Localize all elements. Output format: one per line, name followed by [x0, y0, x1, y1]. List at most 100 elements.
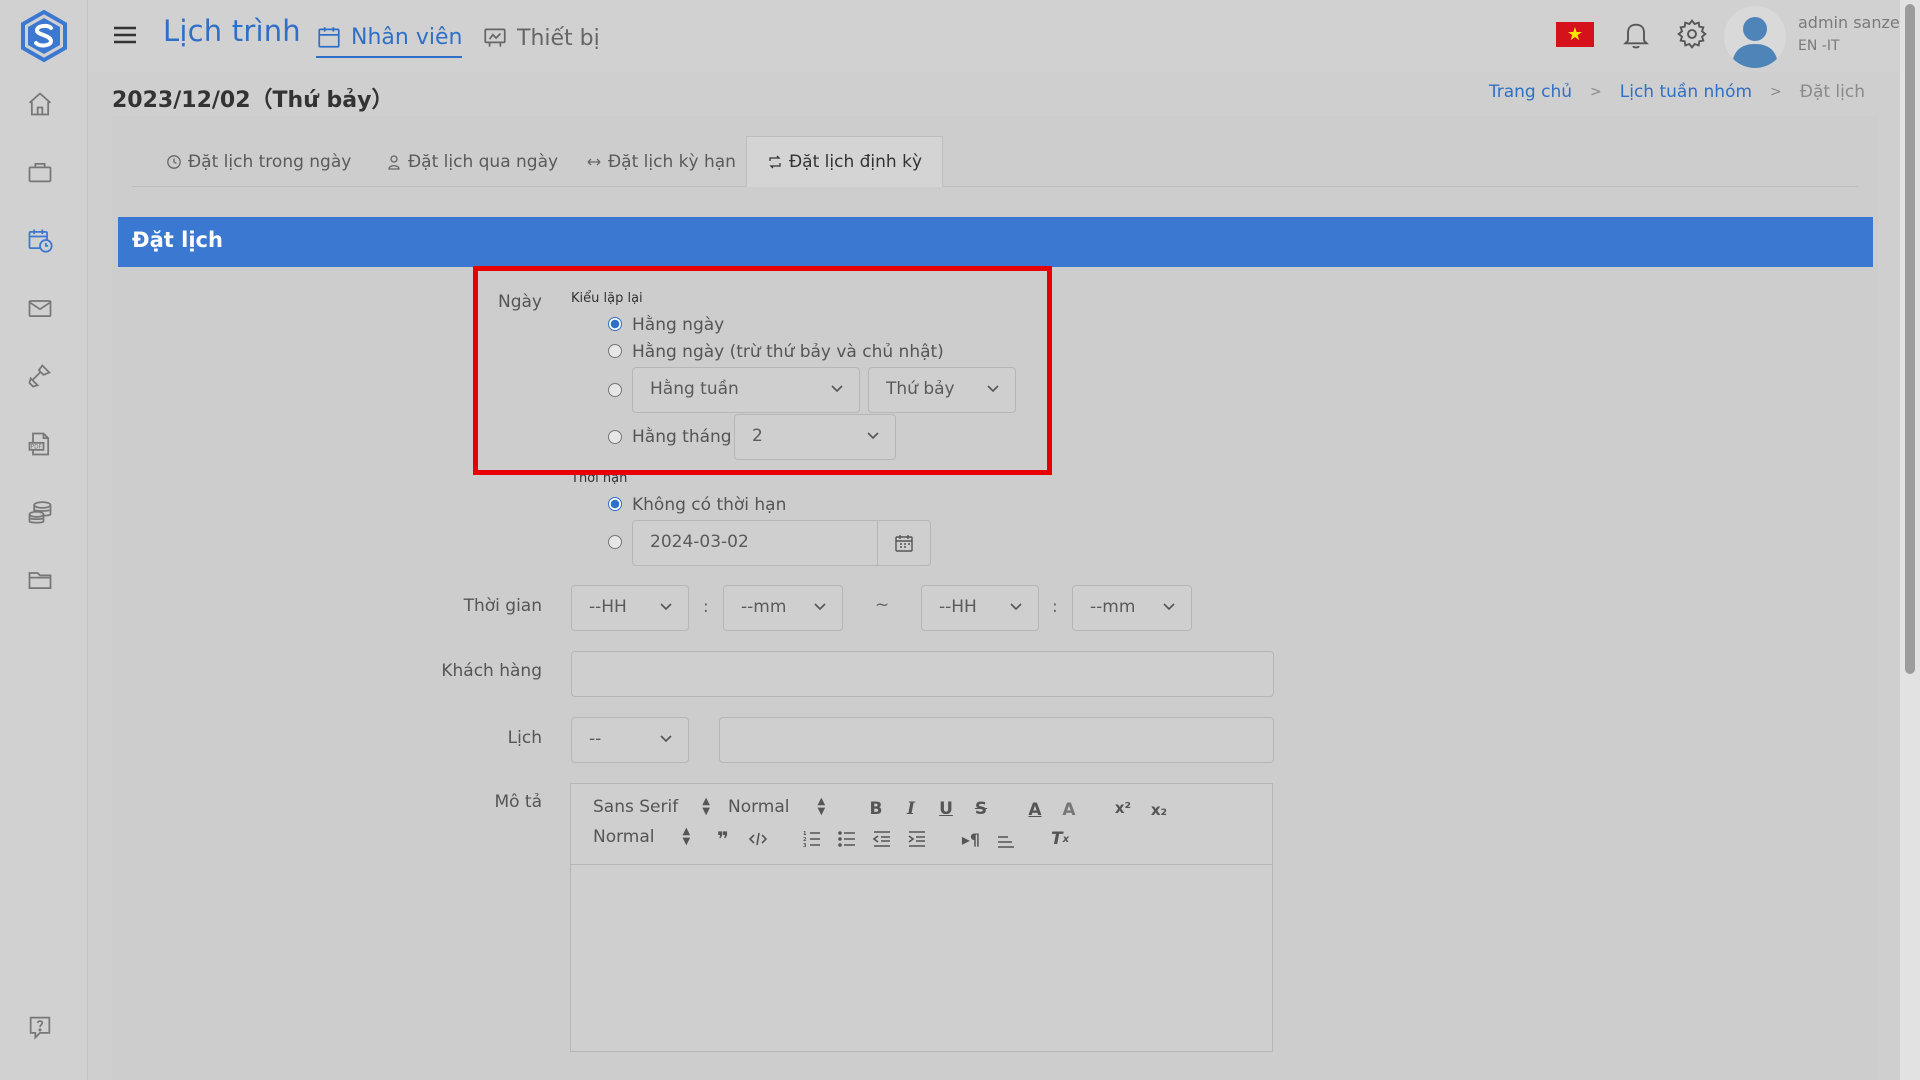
bell-icon[interactable] — [1620, 18, 1652, 50]
font-size-value: Normal — [728, 797, 790, 817]
nav-employees[interactable]: Nhân viên — [316, 18, 463, 58]
font-size-select[interactable]: Normal ▲ ▼ — [728, 796, 826, 818]
deadline-none-radio[interactable] — [608, 497, 622, 511]
tab-term[interactable]: Đặt lịch kỳ hạn — [566, 136, 756, 187]
start-hour-select[interactable]: --HH — [571, 585, 689, 631]
calendar-select[interactable]: -- — [571, 717, 689, 763]
app-title: Lịch trình — [163, 14, 301, 48]
deadline-date-value: 2024-03-02 — [650, 532, 749, 552]
customer-label: Khách hàng — [441, 661, 542, 681]
tab-multi-day[interactable]: Đặt lịch qua ngày — [366, 136, 578, 187]
briefcase-icon[interactable] — [24, 156, 56, 188]
menu-toggle-icon[interactable] — [112, 22, 138, 48]
breadcrumb-group-week[interactable]: Lịch tuần nhóm — [1620, 82, 1752, 102]
svg-text:PDF: PDF — [31, 445, 43, 451]
editor-toolbar: Sans Serif ▲ ▼ Normal ▲ ▼ B I U S A A x² x… — [571, 784, 1272, 865]
scrollbar-thumb[interactable] — [1905, 4, 1915, 674]
end-hour-select[interactable]: --HH — [921, 585, 1039, 631]
blockquote-icon[interactable]: ❞ — [712, 827, 734, 851]
calendar-label: Lịch — [507, 728, 542, 748]
text-color-icon[interactable]: A — [1024, 799, 1046, 821]
tab-in-day-label: Đặt lịch trong ngày — [188, 151, 352, 172]
subscript-icon[interactable]: x₂ — [1148, 799, 1170, 821]
strikethrough-icon[interactable]: S — [970, 798, 992, 820]
superscript-icon[interactable]: x² — [1112, 797, 1134, 819]
app-logo-icon[interactable] — [20, 9, 68, 63]
deadline-none-text: Không có thời hạn — [632, 495, 787, 515]
highlight-box — [473, 266, 1052, 475]
align-icon[interactable] — [995, 830, 1017, 852]
deadline-date-input[interactable]: 2024-03-02 — [632, 520, 931, 566]
vietnam-flag-icon[interactable]: ★ — [1556, 22, 1594, 47]
clock-icon — [167, 154, 181, 169]
gear-icon[interactable] — [1676, 18, 1708, 50]
tab-recurring[interactable]: Đặt lịch định kỳ — [746, 136, 944, 187]
bold-icon[interactable]: B — [865, 798, 887, 820]
tab-in-day[interactable]: Đặt lịch trong ngày — [146, 136, 371, 187]
nav-devices[interactable]: Thiết bị — [482, 18, 600, 58]
mail-icon[interactable] — [24, 292, 56, 324]
user-role: EN -IT — [1798, 38, 1840, 54]
breadcrumb-separator-icon: > — [1590, 84, 1602, 100]
time-range-separator: ~ — [875, 595, 890, 615]
breadcrumb-current: Đặt lịch — [1799, 82, 1865, 102]
time-colon: : — [1052, 597, 1058, 617]
ordered-list-icon[interactable]: 123 — [801, 828, 823, 850]
page-title: 2023/12/02（Thứ bảy） — [112, 88, 394, 113]
time-label: Thời gian — [463, 596, 542, 616]
end-hour-value: --HH — [939, 597, 977, 617]
chevron-down-icon — [1163, 603, 1175, 611]
end-minute-value: --mm — [1090, 597, 1136, 617]
background-color-icon[interactable]: A — [1058, 799, 1080, 821]
chevron-down-icon — [1010, 603, 1022, 611]
top-header: Lịch trình Nhân viên Thiết bị ★ admin sa… — [88, 0, 1900, 72]
pdf-document-icon[interactable]: PDF — [24, 428, 56, 460]
user-icon — [388, 154, 400, 170]
deadline-date-radio[interactable] — [608, 535, 622, 549]
folder-icon[interactable] — [24, 564, 56, 596]
calendar-clock-icon[interactable] — [24, 224, 56, 256]
home-icon[interactable] — [24, 88, 56, 120]
start-minute-value: --mm — [741, 597, 787, 617]
page-scrollbar[interactable] — [1900, 0, 1920, 1080]
bullet-list-icon[interactable] — [836, 828, 858, 850]
font-family-value: Sans Serif — [593, 797, 679, 817]
tab-multi-day-label: Đặt lịch qua ngày — [408, 151, 559, 172]
breadcrumb: Trang chủ > Lịch tuần nhóm > Đặt lịch — [1489, 82, 1865, 102]
calendar-picker-icon[interactable] — [877, 521, 930, 565]
coins-icon[interactable] — [24, 496, 56, 528]
description-label: Mô tả — [494, 792, 542, 812]
chevron-down-icon — [660, 603, 672, 611]
help-icon[interactable] — [24, 1011, 56, 1043]
underline-icon[interactable]: U — [935, 798, 957, 820]
start-minute-select[interactable]: --mm — [723, 585, 843, 631]
font-family-select[interactable]: Sans Serif ▲ ▼ — [593, 797, 710, 818]
calendar-title-input[interactable] — [719, 717, 1274, 763]
stamp-icon[interactable] — [24, 360, 56, 392]
up-down-icon: ▲ ▼ — [817, 796, 826, 817]
text-direction-icon[interactable]: ▸¶ — [960, 828, 982, 850]
device-icon — [484, 28, 506, 47]
heading-select[interactable]: Normal ▲ ▼ — [593, 826, 691, 848]
svg-text:3: 3 — [803, 843, 807, 849]
arrows-icon — [587, 158, 601, 165]
form-header: Đặt lịch — [118, 217, 1873, 267]
time-colon: : — [703, 597, 709, 617]
start-hour-value: --HH — [589, 597, 627, 617]
clear-format-icon[interactable]: Tx — [1049, 828, 1071, 850]
code-block-icon[interactable] — [747, 828, 769, 850]
end-minute-select[interactable]: --mm — [1072, 585, 1192, 631]
customer-input[interactable] — [571, 651, 1274, 697]
italic-icon[interactable]: I — [900, 798, 922, 820]
indent-icon[interactable] — [906, 828, 928, 850]
breadcrumb-separator-icon: > — [1770, 84, 1782, 100]
tab-recurring-label: Đặt lịch định kỳ — [789, 151, 923, 172]
description-editor: Sans Serif ▲ ▼ Normal ▲ ▼ B I U S A A x² x… — [570, 783, 1273, 1052]
chevron-down-icon — [814, 603, 826, 611]
schedule-tabs: Đặt lịch trong ngày Đặt lịch qua ngày Đặ… — [132, 136, 1858, 187]
up-down-icon: ▲ ▼ — [682, 826, 691, 847]
breadcrumb-home[interactable]: Trang chủ — [1489, 82, 1572, 102]
calendar-icon — [318, 27, 340, 48]
outdent-icon[interactable] — [871, 828, 893, 850]
avatar[interactable] — [1724, 6, 1786, 68]
